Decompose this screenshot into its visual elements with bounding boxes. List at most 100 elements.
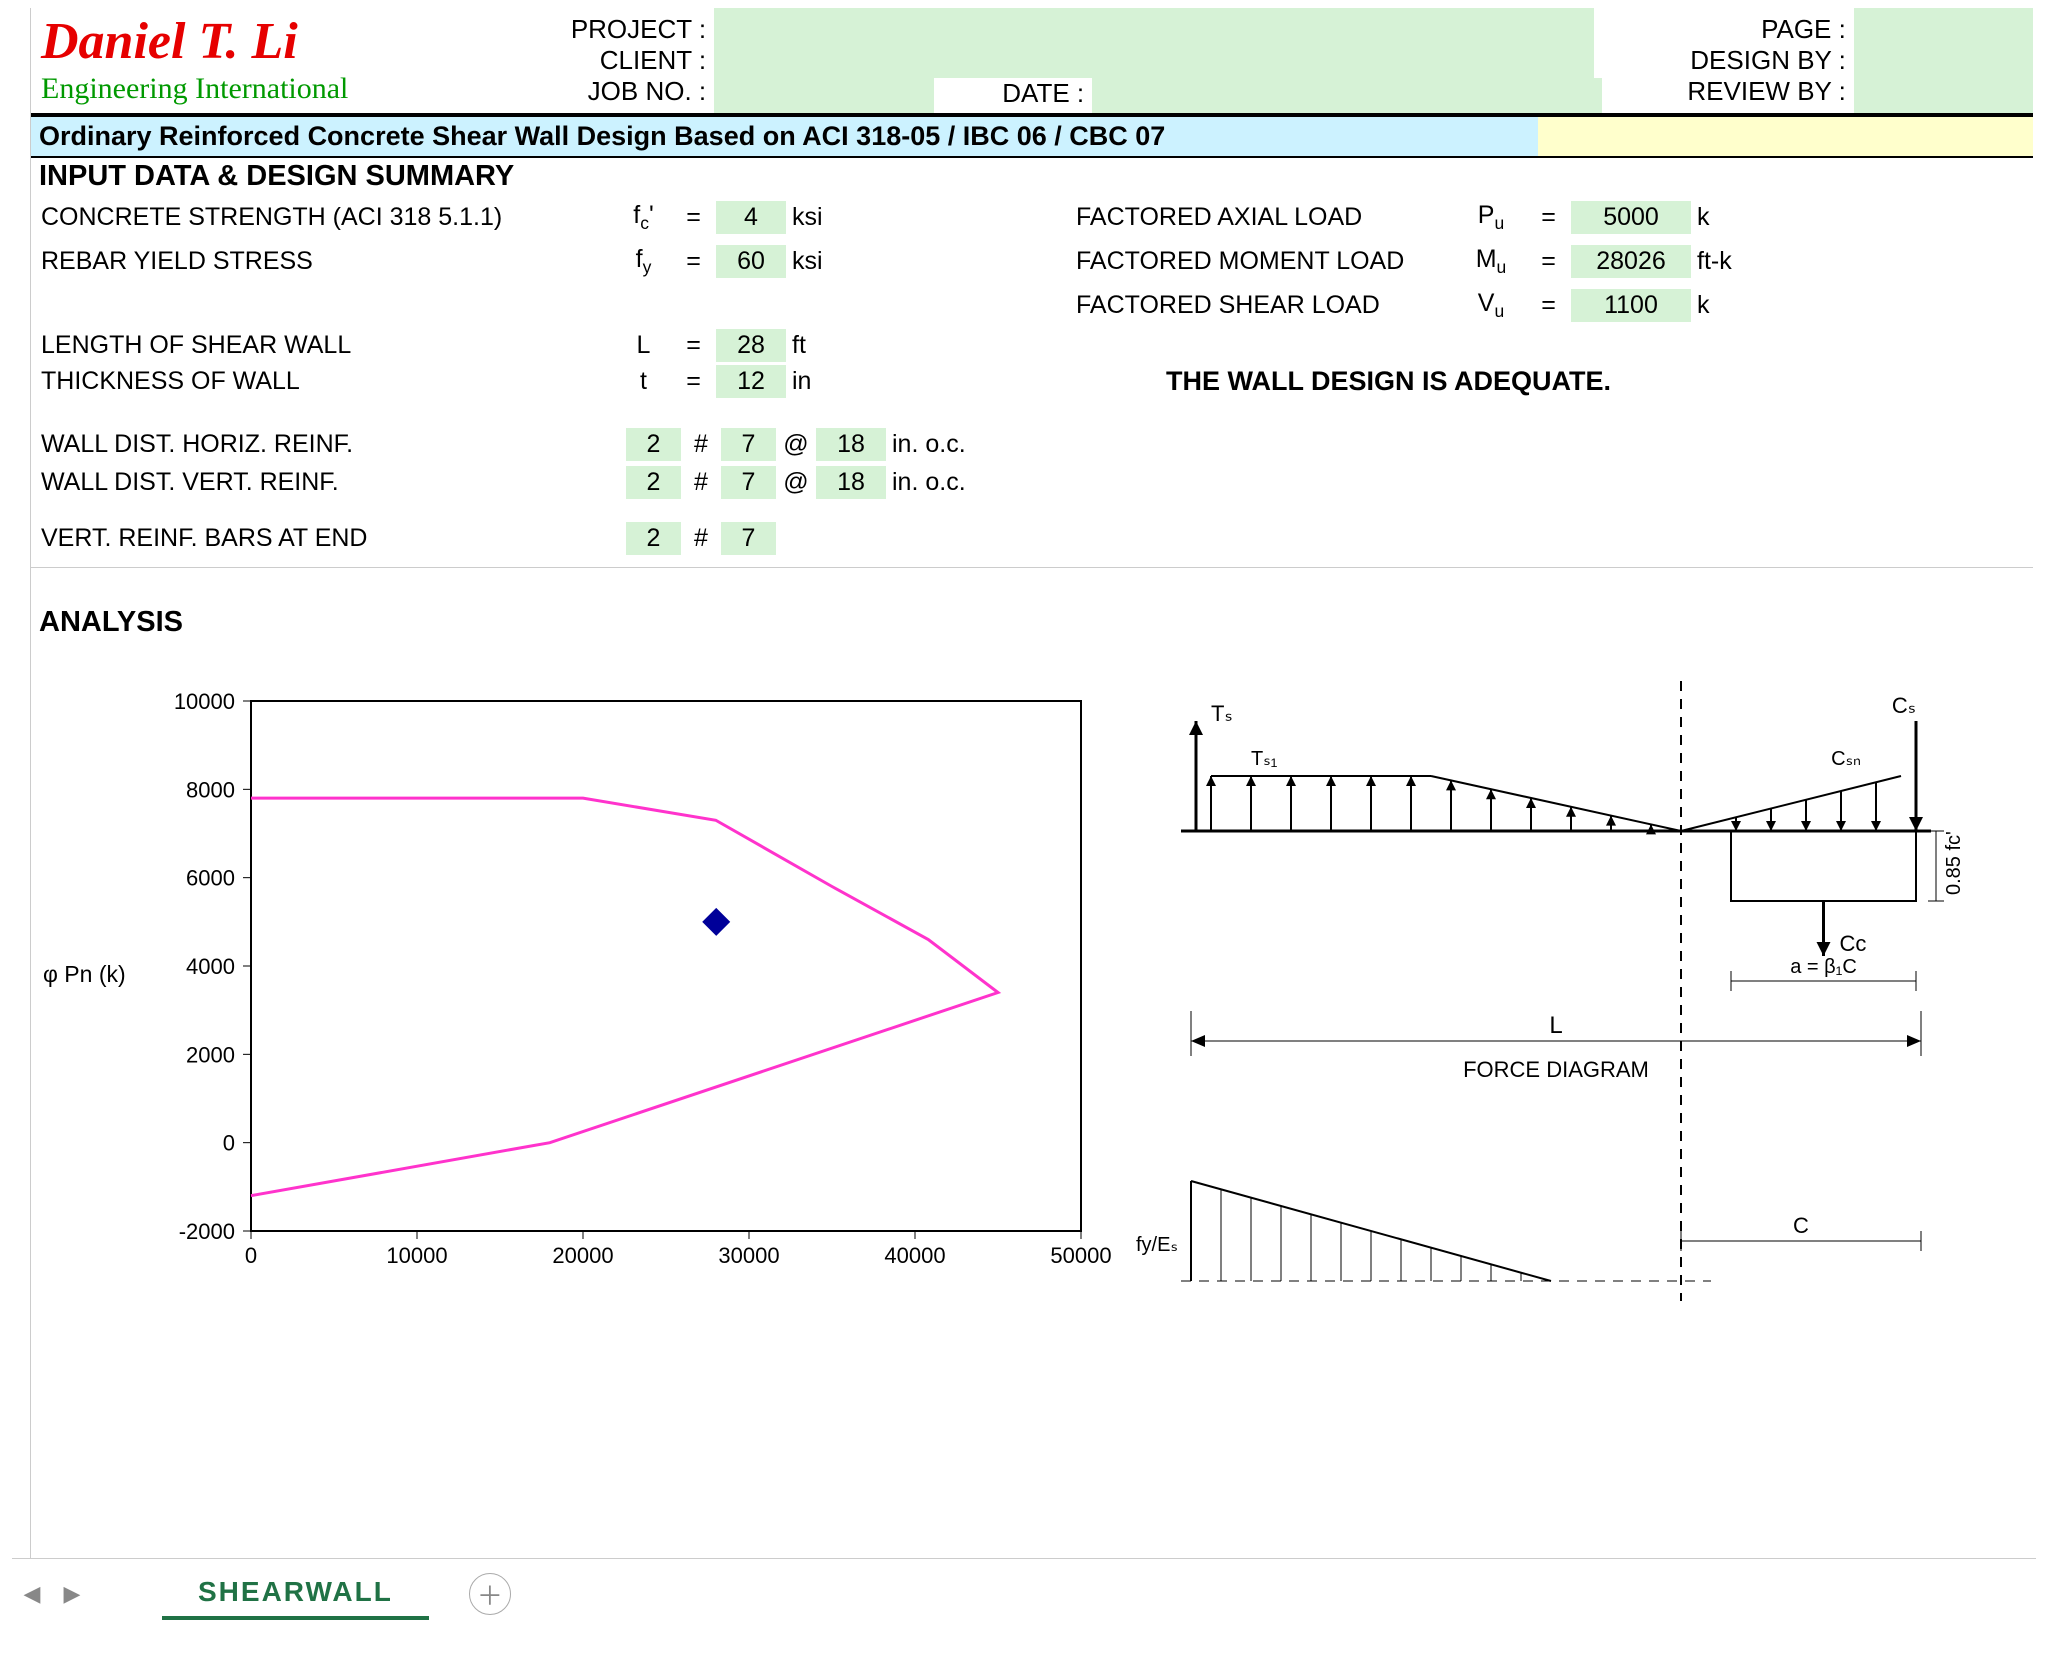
svg-text:10000: 10000 [174,689,235,714]
L-unit: ft [786,331,876,360]
vreinf-oc: in. o.c. [886,468,1006,497]
t-label: THICKNESS OF WALL [41,367,616,396]
hreinf-bar[interactable]: 7 [721,428,776,461]
eq: = [1526,247,1571,276]
hash-icon: # [681,524,721,553]
hreinf-label: WALL DIST. HORIZ. REINF. [41,430,626,459]
eq: = [1526,203,1571,232]
vreinf-spc[interactable]: 18 [816,466,886,499]
mu-unit: ft-k [1691,247,1751,276]
fc-symbol: fc' [616,201,671,234]
logo-name: Daniel T. Li [41,16,475,68]
client-label: CLIENT : [499,45,706,76]
svg-text:6000: 6000 [186,866,235,891]
at-icon: @ [776,430,816,459]
vreinf-bar[interactable]: 7 [721,466,776,499]
hdr-labels-right: PAGE : DESIGN BY : REVIEW BY : [1602,8,1854,113]
svg-text:Cₛ: Cₛ [1892,693,1916,718]
row-hreinf: WALL DIST. HORIZ. REINF. 2 # 7 @ 18 in. … [31,425,2033,463]
force-diagram: TₛTₛ₁CₛCₛₙCc0.85 fc'a = β₁CLFORCE DIAGRA… [1111,681,2013,1301]
sheet-scroll-right-icon[interactable]: ▶ [52,1574,92,1614]
svg-text:0: 0 [223,1131,235,1156]
row-vu: FACTORED SHEAR LOAD Vu = 1100 k [31,283,2033,327]
date-label: DATE : [934,78,1092,113]
svg-text:8000: 8000 [186,777,235,802]
fc-value[interactable]: 4 [716,201,786,234]
row-fc: CONCRETE STRENGTH (ACI 318 5.1.1) fc' = … [31,195,2033,239]
logo-subtitle: Engineering International [41,72,475,106]
adequate-message: THE WALL DESIGN IS ADEQUATE. [1076,366,1751,397]
pu-symbol: Pu [1456,201,1526,234]
hreinf-n[interactable]: 2 [626,428,681,461]
designby-value[interactable] [1854,43,2033,78]
svg-text:0.85 fc': 0.85 fc' [1943,831,1965,895]
sheet-scroll-left-icon[interactable]: ◀ [12,1574,52,1614]
svg-text:Cc: Cc [1840,931,1867,956]
project-label: PROJECT : [499,14,706,45]
eq: = [671,367,716,396]
endreinf-n[interactable]: 2 [626,522,681,555]
eq: = [671,331,716,360]
jobno-label: JOB NO. : [499,76,706,107]
endreinf-bar[interactable]: 7 [721,522,776,555]
row-fy: REBAR YIELD STRESS fy = 60 ksi FACTORED … [31,239,2033,283]
svg-text:30000: 30000 [718,1243,779,1268]
row-L: LENGTH OF SHEAR WALL L = 28 ft [31,327,2033,363]
vu-label: FACTORED SHEAR LOAD [1076,291,1456,320]
hreinf-spc[interactable]: 18 [816,428,886,461]
reviewby-value[interactable] [1854,78,2033,113]
pu-value[interactable]: 5000 [1571,201,1691,234]
header: Daniel T. Li Engineering International P… [31,8,2033,117]
hash-icon: # [681,468,721,497]
mu-value[interactable]: 28026 [1571,245,1691,278]
page-value[interactable] [1854,8,2033,43]
svg-text:50000: 50000 [1050,1243,1111,1268]
t-value[interactable]: 12 [716,365,786,398]
svg-text:Cₛₙ: Cₛₙ [1831,748,1861,770]
at-icon: @ [776,468,816,497]
date-value[interactable] [1092,78,1602,113]
svg-text:Tₛ: Tₛ [1211,701,1233,726]
interaction-chart: φ Pn (k) -200002000400060008000100000100… [61,681,1111,1301]
vu-symbol: Vu [1456,289,1526,322]
diagram-svg: TₛTₛ₁CₛCₛₙCc0.85 fc'a = β₁CLFORCE DIAGRA… [1131,681,2011,1301]
hreinf-oc: in. o.c. [886,430,1006,459]
eq: = [671,247,716,276]
fc-label: CONCRETE STRENGTH (ACI 318 5.1.1) [41,203,616,232]
t-symbol: t [616,367,671,396]
svg-text:C: C [1793,1213,1809,1238]
fy-label: REBAR YIELD STRESS [41,247,616,276]
eq: = [1526,291,1571,320]
row-vreinf: WALL DIST. VERT. REINF. 2 # 7 @ 18 in. o… [31,463,2033,501]
endreinf-label: VERT. REINF. BARS AT END [41,524,626,553]
svg-text:20000: 20000 [552,1243,613,1268]
section-analysis-title: ANALYSIS [31,604,2033,641]
page-label: PAGE : [1610,14,1846,45]
page-title: Ordinary Reinforced Concrete Shear Wall … [31,117,1538,158]
svg-text:fy/Eₛ: fy/Eₛ [1136,1234,1178,1256]
title-row: Ordinary Reinforced Concrete Shear Wall … [31,117,2033,158]
fc-unit: ksi [786,203,876,232]
fy-value[interactable]: 60 [716,245,786,278]
pu-unit: k [1691,203,1751,232]
logo: Daniel T. Li Engineering International [31,8,491,113]
fy-unit: ksi [786,247,876,276]
svg-text:0: 0 [245,1243,257,1268]
svg-text:a = β₁C: a = β₁C [1790,956,1857,978]
vu-value[interactable]: 1100 [1571,289,1691,322]
project-client-value[interactable] [714,8,1594,78]
chart-ylabel: φ Pn (k) [43,961,126,988]
designby-label: DESIGN BY : [1610,45,1846,76]
L-value[interactable]: 28 [716,329,786,362]
jobno-value[interactable] [714,78,934,113]
hdr-labels-left: PROJECT : CLIENT : JOB NO. : [491,8,714,113]
svg-text:2000: 2000 [186,1042,235,1067]
svg-text:10000: 10000 [386,1243,447,1268]
mu-label: FACTORED MOMENT LOAD [1076,247,1456,276]
sheet-tab-shearwall[interactable]: SHEARWALL [162,1568,429,1620]
reviewby-label: REVIEW BY : [1610,76,1846,107]
svg-text:-2000: -2000 [179,1219,235,1244]
add-sheet-button[interactable]: ＋ [469,1573,511,1615]
vreinf-n[interactable]: 2 [626,466,681,499]
mu-symbol: Mu [1456,245,1526,278]
